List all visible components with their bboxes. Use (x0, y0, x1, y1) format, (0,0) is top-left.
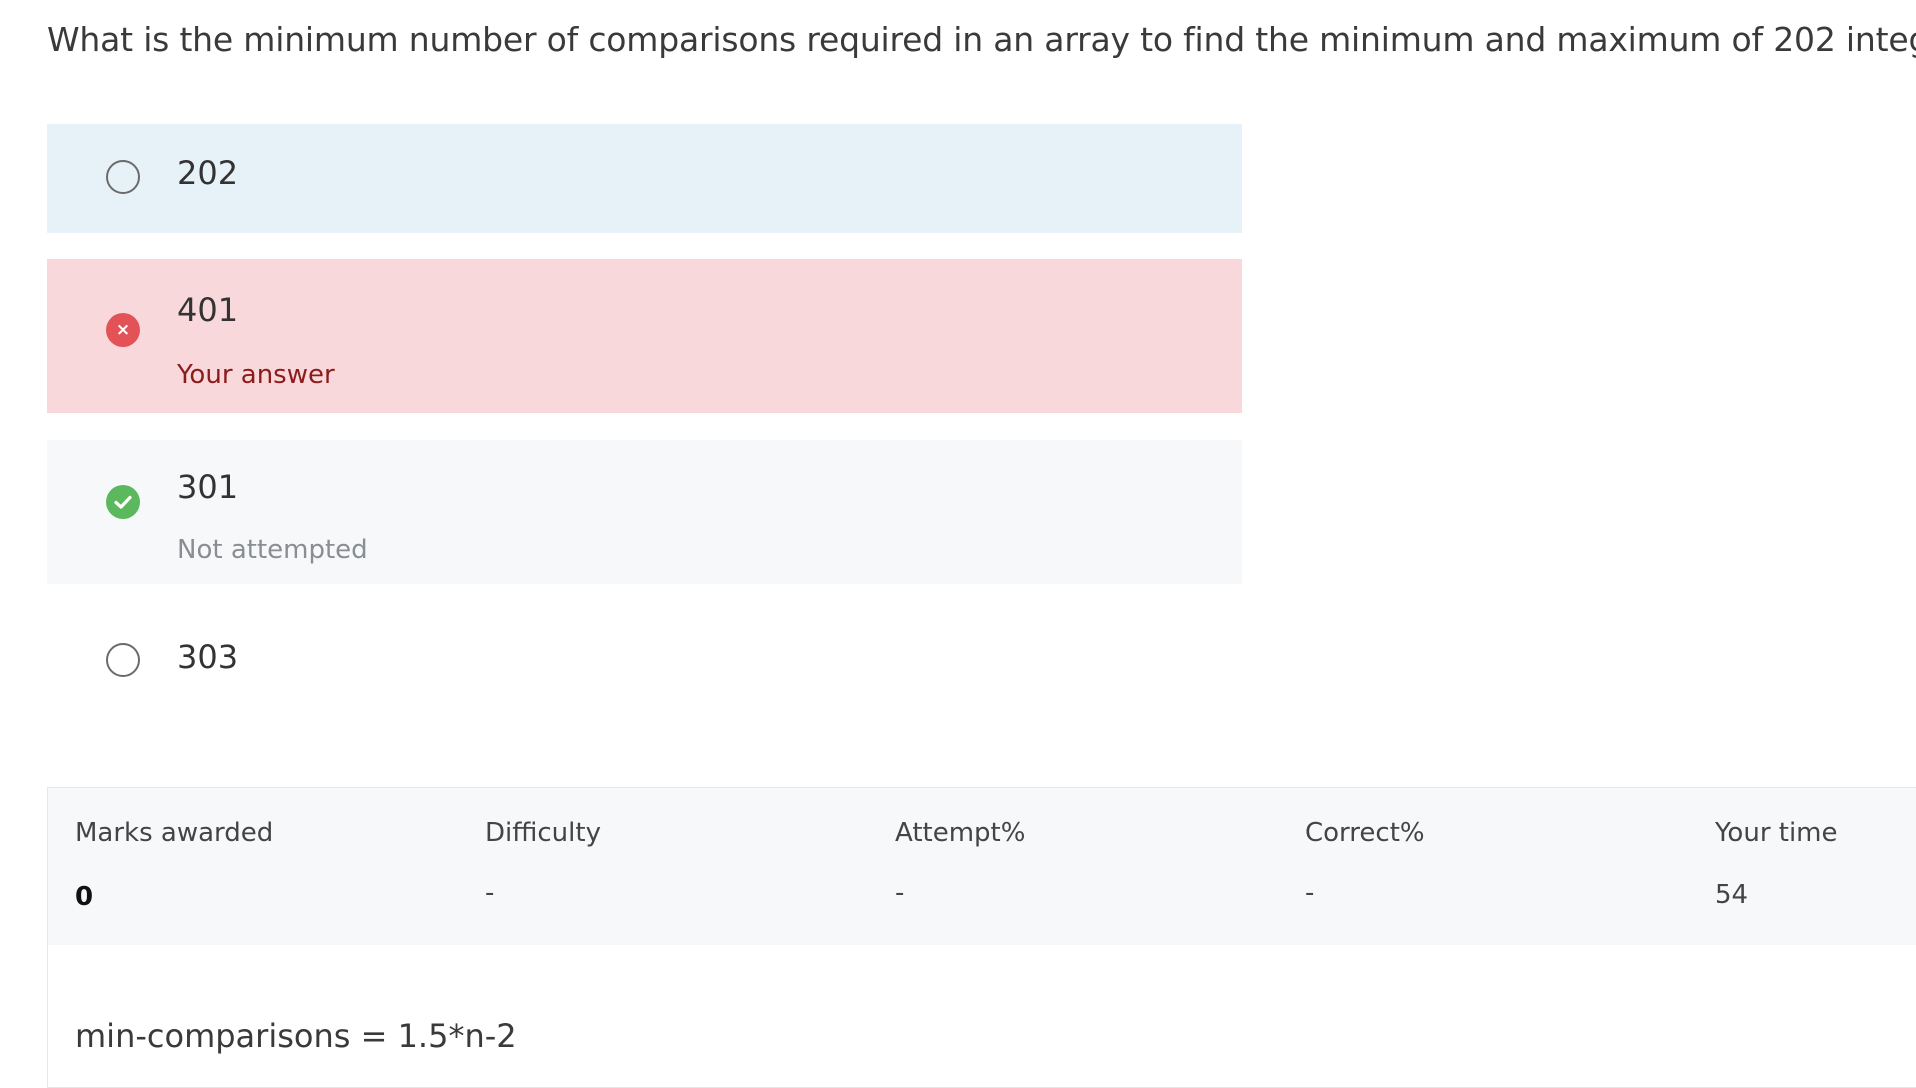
stats-panel: Marks awarded 0 Difficulty - Attempt% - … (47, 787, 1916, 945)
stat-value: - (895, 878, 905, 908)
stat-label: Attempt% (895, 818, 1026, 848)
option-303[interactable]: 303 (47, 610, 1242, 710)
option-202[interactable]: 202 (47, 124, 1242, 233)
check-circle-icon (106, 485, 140, 519)
stat-label: Difficulty (485, 818, 601, 848)
explanation-text: min-comparisons = 1.5*n-2 (75, 1017, 517, 1055)
not-attempted-label: Not attempted (177, 535, 368, 565)
option-value: 202 (177, 154, 239, 192)
explanation-panel: min-comparisons = 1.5*n-2 (47, 945, 1916, 1088)
stat-value: - (1305, 878, 1315, 908)
stat-label: Correct% (1305, 818, 1425, 848)
your-answer-label: Your answer (177, 360, 335, 390)
option-value: 303 (177, 638, 239, 676)
stat-label: Your time (1715, 818, 1838, 848)
radio-empty-icon[interactable] (106, 643, 140, 677)
stat-value: 54 (1715, 880, 1749, 910)
option-401[interactable]: × 401 Your answer (47, 259, 1242, 413)
stat-label: Marks awarded (75, 818, 274, 848)
close-circle-icon: × (106, 313, 140, 347)
option-value: 301 (177, 468, 239, 506)
option-301[interactable]: 301 Not attempted (47, 440, 1242, 584)
radio-empty-icon[interactable] (106, 160, 140, 194)
question-text: What is the minimum number of comparison… (47, 20, 1916, 59)
stat-value: 0 (75, 882, 94, 912)
option-value: 401 (177, 291, 239, 329)
stat-value: - (485, 878, 495, 908)
